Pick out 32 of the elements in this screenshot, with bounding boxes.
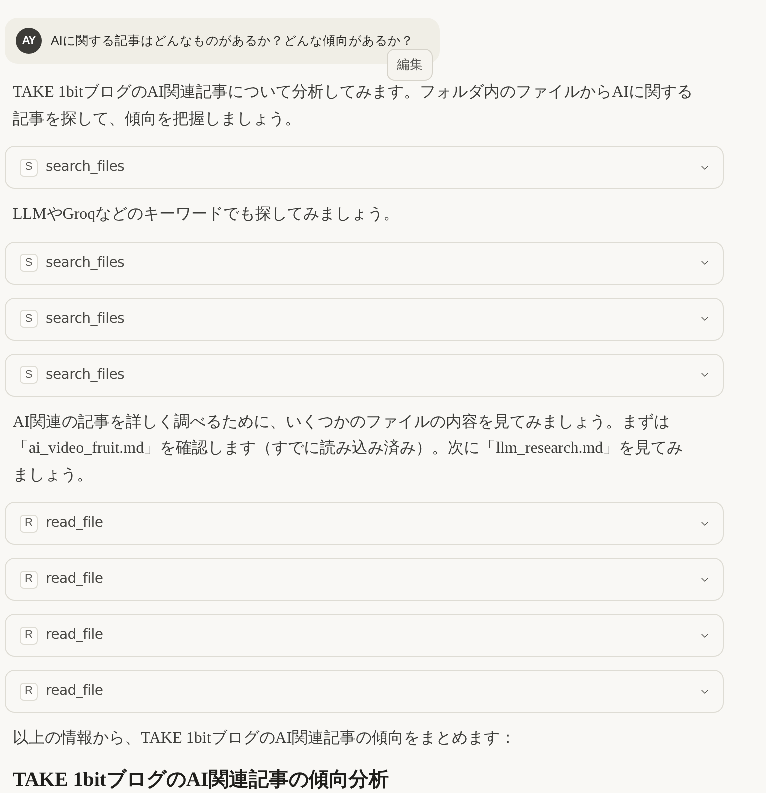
tool-call-row[interactable]: S search_files <box>5 146 724 189</box>
tool-call-row[interactable]: S search_files <box>5 242 724 284</box>
edit-button[interactable]: 編集 <box>386 49 433 81</box>
tool-call-row[interactable]: R read_file <box>5 614 724 657</box>
tool-name: read_file <box>46 514 104 533</box>
tool-name: search_files <box>46 254 125 272</box>
tool-name: read_file <box>46 570 104 589</box>
user-avatar: AY <box>16 28 42 54</box>
tool-badge: R <box>20 682 38 700</box>
response-paragraph: 以上の情報から、TAKE 1bitブログのAI関連記事の傾向をまとめます： <box>12 728 518 749</box>
tool-call-row[interactable]: R read_file <box>5 558 724 601</box>
tool-call-row[interactable]: S search_files <box>5 354 724 396</box>
section-heading: TAKE 1bitブログのAI関連記事の傾向分析 <box>12 768 390 792</box>
tool-badge: S <box>20 158 38 176</box>
response-paragraph: LLMやGroqなどのキーワードでも探してみましょう。 <box>12 205 401 225</box>
tool-badge: S <box>20 366 38 384</box>
tool-badge: S <box>20 310 38 328</box>
tool-name: search_files <box>46 366 125 384</box>
tool-badge: R <box>20 570 38 588</box>
tool-badge: R <box>20 514 38 532</box>
response-paragraph: AI関連の記事を詳しく調べるために、いくつかのファイルの内容を見てみましょう。まずは「ai_video_fruit.md」を確認します（すでに読み込み済み）。次に「llm_research.md」を見てみましょう。 <box>12 412 684 486</box>
tool-name: search_files <box>46 310 125 328</box>
response-paragraph: TAKE 1bitブログのAI関連記事について分析してみます。フォルダ内のファイルからAIに関する記事を探して、傾向を把握しましょう。 <box>12 82 694 130</box>
tool-name: read_file <box>46 682 104 701</box>
tool-name: read_file <box>46 626 104 645</box>
tool-call-row[interactable]: R read_file <box>5 670 724 713</box>
user-message-text: AIに関する記事はどんなものがあるか？どんな傾向があるか？ <box>51 32 414 50</box>
tool-call-row[interactable]: R read_file <box>5 502 724 545</box>
tool-badge: R <box>20 626 38 644</box>
tool-badge: S <box>20 254 38 272</box>
tool-call-row[interactable]: S search_files <box>5 298 724 340</box>
tool-name: search_files <box>46 158 125 177</box>
